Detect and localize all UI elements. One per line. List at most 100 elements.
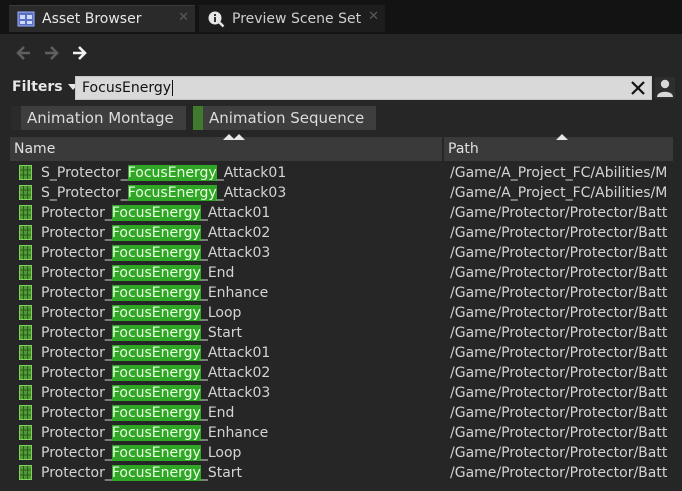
chip-label: Animation Sequence xyxy=(209,109,365,127)
filters-dropdown[interactable]: Filters xyxy=(12,79,78,95)
list-item[interactable]: Protector_FocusEnergy_Attack01/Game/Prot… xyxy=(10,343,673,363)
search-match-highlight: FocusEnergy xyxy=(127,185,217,201)
asset-name: Protector_FocusEnergy_Attack01 xyxy=(41,203,270,223)
list-item[interactable]: Protector_FocusEnergy_Attack03/Game/Prot… xyxy=(10,383,673,403)
tab-label: Asset Browser xyxy=(42,11,142,27)
arrow-right-icon xyxy=(45,46,59,60)
name-suffix: _Attack03 xyxy=(200,385,271,401)
animation-sequence-icon xyxy=(19,165,32,180)
list-item[interactable]: Protector_FocusEnergy_Start/Game/Protect… xyxy=(10,323,673,343)
list-item[interactable]: Protector_FocusEnergy_Attack02/Game/Prot… xyxy=(10,363,673,383)
asset-name: Protector_FocusEnergy_Attack02 xyxy=(41,223,270,243)
list-item[interactable]: S_Protector_FocusEnergy_Attack03/Game/A_… xyxy=(10,183,673,203)
close-icon[interactable] xyxy=(629,79,647,97)
search-value: FocusEnergy xyxy=(82,80,171,96)
animation-sequence-icon xyxy=(19,205,32,220)
list-item[interactable]: Protector_FocusEnergy_End/Game/Protector… xyxy=(10,403,673,423)
asset-path: /Game/Protector/Protector/Batt xyxy=(450,465,668,481)
list-item[interactable]: Protector_FocusEnergy_Loop/Game/Protecto… xyxy=(10,443,673,463)
name-prefix: Protector_ xyxy=(41,265,112,281)
list-item[interactable]: Protector_FocusEnergy_Attack03/Game/Prot… xyxy=(10,243,673,263)
asset-name: Protector_FocusEnergy_Start xyxy=(41,323,242,343)
name-suffix: _Enhance xyxy=(200,425,269,441)
name-prefix: Protector_ xyxy=(41,345,112,361)
search-match-highlight: FocusEnergy xyxy=(111,205,201,221)
name-prefix: Protector_ xyxy=(41,465,112,481)
name-prefix: Protector_ xyxy=(41,405,112,421)
search-match-highlight: FocusEnergy xyxy=(127,165,217,181)
chip-animation-montage[interactable]: Animation Montage xyxy=(11,106,186,130)
asset-path: /Game/Protector/Protector/Batt xyxy=(450,385,668,401)
list-item[interactable]: Protector_FocusEnergy_Start/Game/Protect… xyxy=(10,463,673,483)
name-prefix: S_Protector_ xyxy=(41,165,128,181)
asset-path: /Game/A_Project_FC/Abilities/M xyxy=(450,165,668,181)
tab-strip: Asset Browser ✕ Preview Scene Set ✕ xyxy=(0,0,682,34)
animation-sequence-icon xyxy=(19,385,32,400)
search-match-highlight: FocusEnergy xyxy=(111,225,201,241)
name-suffix: _End xyxy=(200,405,235,421)
asset-path: /Game/Protector/Protector/Batt xyxy=(450,445,668,461)
name-suffix: _Attack01 xyxy=(200,345,271,361)
history-button[interactable] xyxy=(68,42,90,64)
tab-asset-browser[interactable]: Asset Browser ✕ xyxy=(9,5,195,32)
name-prefix: Protector_ xyxy=(41,245,112,261)
list-item[interactable]: S_Protector_FocusEnergy_Attack01/Game/A_… xyxy=(10,163,673,183)
asset-path: /Game/Protector/Protector/Batt xyxy=(450,265,668,281)
name-suffix: _End xyxy=(200,265,235,281)
forward-button[interactable] xyxy=(40,42,62,64)
name-prefix: Protector_ xyxy=(41,305,112,321)
search-match-highlight: FocusEnergy xyxy=(111,245,201,261)
animation-sequence-icon xyxy=(19,305,32,320)
preview-scene-set-icon xyxy=(207,10,225,28)
name-prefix: Protector_ xyxy=(41,445,112,461)
back-button[interactable] xyxy=(13,42,35,64)
list-item[interactable]: Protector_FocusEnergy_Loop/Game/Protecto… xyxy=(10,303,673,323)
name-suffix: _Attack03 xyxy=(216,185,287,201)
history-nav xyxy=(0,34,682,72)
name-suffix: _Attack01 xyxy=(200,205,271,221)
column-name[interactable]: Name xyxy=(14,137,55,161)
name-suffix: _Enhance xyxy=(200,285,269,301)
animation-sequence-icon xyxy=(19,265,32,280)
asset-name: Protector_FocusEnergy_Attack03 xyxy=(41,383,270,403)
chip-swatch xyxy=(193,106,203,130)
search-match-highlight: FocusEnergy xyxy=(111,385,201,401)
search-match-highlight: FocusEnergy xyxy=(111,425,201,441)
column-divider[interactable] xyxy=(442,137,444,161)
asset-path: /Game/Protector/Protector/Batt xyxy=(450,345,668,361)
asset-name: Protector_FocusEnergy_Enhance xyxy=(41,423,268,443)
close-icon[interactable]: ✕ xyxy=(178,10,189,25)
asset-path: /Game/Protector/Protector/Batt xyxy=(450,225,668,241)
search-match-highlight: FocusEnergy xyxy=(111,465,201,481)
animation-sequence-icon xyxy=(19,325,32,340)
user-icon[interactable] xyxy=(655,77,675,99)
list-item[interactable]: Protector_FocusEnergy_Attack01/Game/Prot… xyxy=(10,203,673,223)
asset-name: Protector_FocusEnergy_Attack03 xyxy=(41,243,270,263)
list-item[interactable]: Protector_FocusEnergy_Enhance/Game/Prote… xyxy=(10,423,673,443)
search-match-highlight: FocusEnergy xyxy=(111,365,201,381)
asset-name: Protector_FocusEnergy_Attack02 xyxy=(41,363,270,383)
search-match-highlight: FocusEnergy xyxy=(111,445,201,461)
asset-path: /Game/Protector/Protector/Batt xyxy=(450,205,668,221)
list-item[interactable]: Protector_FocusEnergy_Enhance/Game/Prote… xyxy=(10,283,673,303)
name-suffix: _Start xyxy=(200,325,243,341)
sort-indicator-icon xyxy=(556,134,568,140)
asset-list: S_Protector_FocusEnergy_Attack01/Game/A_… xyxy=(10,163,673,483)
close-icon[interactable]: ✕ xyxy=(368,9,379,24)
name-prefix: Protector_ xyxy=(41,205,112,221)
list-item[interactable]: Protector_FocusEnergy_Attack02/Game/Prot… xyxy=(10,223,673,243)
name-prefix: Protector_ xyxy=(41,225,112,241)
chip-animation-sequence[interactable]: Animation Sequence xyxy=(193,106,376,130)
animation-sequence-icon xyxy=(19,185,32,200)
animation-sequence-icon xyxy=(19,225,32,240)
asset-name: Protector_FocusEnergy_End xyxy=(41,263,234,283)
search-input[interactable]: FocusEnergy xyxy=(75,76,652,100)
list-item[interactable]: Protector_FocusEnergy_End/Game/Protector… xyxy=(10,263,673,283)
column-path[interactable]: Path xyxy=(448,137,479,161)
chip-label: Animation Montage xyxy=(27,109,174,127)
name-suffix: _Loop xyxy=(200,445,242,461)
asset-name: Protector_FocusEnergy_Loop xyxy=(41,303,241,323)
tab-preview-scene-set[interactable]: Preview Scene Set ✕ xyxy=(199,5,385,32)
asset-name: Protector_FocusEnergy_Attack01 xyxy=(41,343,270,363)
name-prefix: S_Protector_ xyxy=(41,185,128,201)
